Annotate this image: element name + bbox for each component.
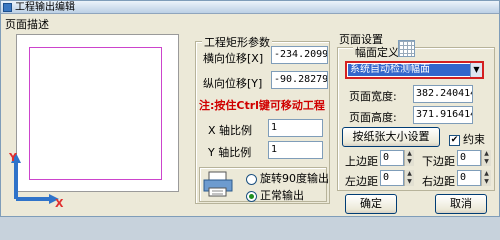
grid-icon (398, 40, 415, 57)
ok-button[interactable]: 确定 (345, 194, 397, 214)
page-height-input[interactable]: 371.9164148 (413, 106, 473, 124)
x-scale-input[interactable]: 1 (268, 119, 323, 137)
format-select-value: 系统自动检测幅面 (348, 64, 470, 76)
by-paper-size-button[interactable]: 按纸张大小设置 (342, 127, 440, 147)
chevron-down-icon[interactable]: ▼ (470, 63, 482, 77)
page-desc-title: 页面描述 (5, 18, 49, 31)
constraint-label: 约束 (463, 133, 485, 146)
normal-output-label: 正常输出 (260, 189, 304, 202)
left-margin-spinner[interactable]: ▲ ▼ (404, 170, 414, 186)
left-margin-label: 左边距 (345, 175, 378, 188)
rotate-90-label: 旋转90度输出 (260, 172, 329, 185)
y-scale-label: Y 轴比例 (208, 146, 252, 159)
dialog-window: 工程输出编辑 页面描述 Y X 工程矩形参数 横向位移[X] -234.2099… (0, 0, 500, 217)
right-margin-input[interactable]: 0 (457, 170, 481, 186)
bottom-margin-label: 下边距 (422, 155, 455, 168)
constraint-check-icon[interactable]: ✔ (449, 134, 460, 146)
top-margin-spinner[interactable]: ▲ ▼ (404, 150, 414, 166)
rotate-90-radio[interactable]: 旋转90度输出 (246, 170, 329, 186)
x-scale-label: X 轴比例 (208, 124, 253, 137)
normal-output-radio[interactable]: 正常输出 (246, 187, 304, 203)
top-margin-label: 上边距 (345, 155, 378, 168)
page-width-label: 页面宽度: (349, 90, 397, 103)
page-height-label: 页面高度: (349, 111, 397, 124)
rect-params-title: 工程矩形参数 (202, 34, 272, 50)
right-margin-spinner[interactable]: ▲ ▼ (481, 170, 491, 186)
title-bar[interactable]: 工程输出编辑 (1, 1, 499, 14)
left-margin-input[interactable]: 0 (380, 170, 404, 186)
axis-x-label: X (55, 197, 64, 210)
constraint-checkbox[interactable]: ✔ 约束 (449, 131, 485, 147)
page-width-input[interactable]: 382.2404143 (413, 85, 473, 103)
y-offset-input[interactable]: -90.2827953 (271, 71, 328, 89)
y-offset-label: 纵向位移[Y] (203, 77, 263, 90)
printer-icon (203, 171, 233, 197)
x-offset-label: 横向位移[X] (203, 52, 264, 65)
format-label: 幅面定义 (353, 44, 401, 60)
axis-y-label: Y (9, 151, 17, 164)
cancel-button[interactable]: 取消 (435, 194, 487, 214)
format-select[interactable]: 系统自动检测幅面 ▼ (345, 61, 484, 79)
right-margin-label: 右边距 (422, 175, 455, 188)
bottom-margin-spinner[interactable]: ▲ ▼ (481, 150, 491, 166)
y-scale-input[interactable]: 1 (268, 141, 323, 159)
app-icon (3, 3, 12, 12)
window-title: 工程输出编辑 (15, 2, 75, 13)
normal-output-radio-dot[interactable] (246, 190, 257, 202)
bottom-margin-input[interactable]: 0 (457, 150, 481, 166)
rotate-90-radio-dot[interactable] (246, 173, 257, 185)
x-offset-input[interactable]: -234.209975 (271, 46, 328, 64)
ctrl-move-hint: 注:按住Ctrl键可移动工程 (199, 99, 325, 112)
top-margin-input[interactable]: 0 (380, 150, 404, 166)
